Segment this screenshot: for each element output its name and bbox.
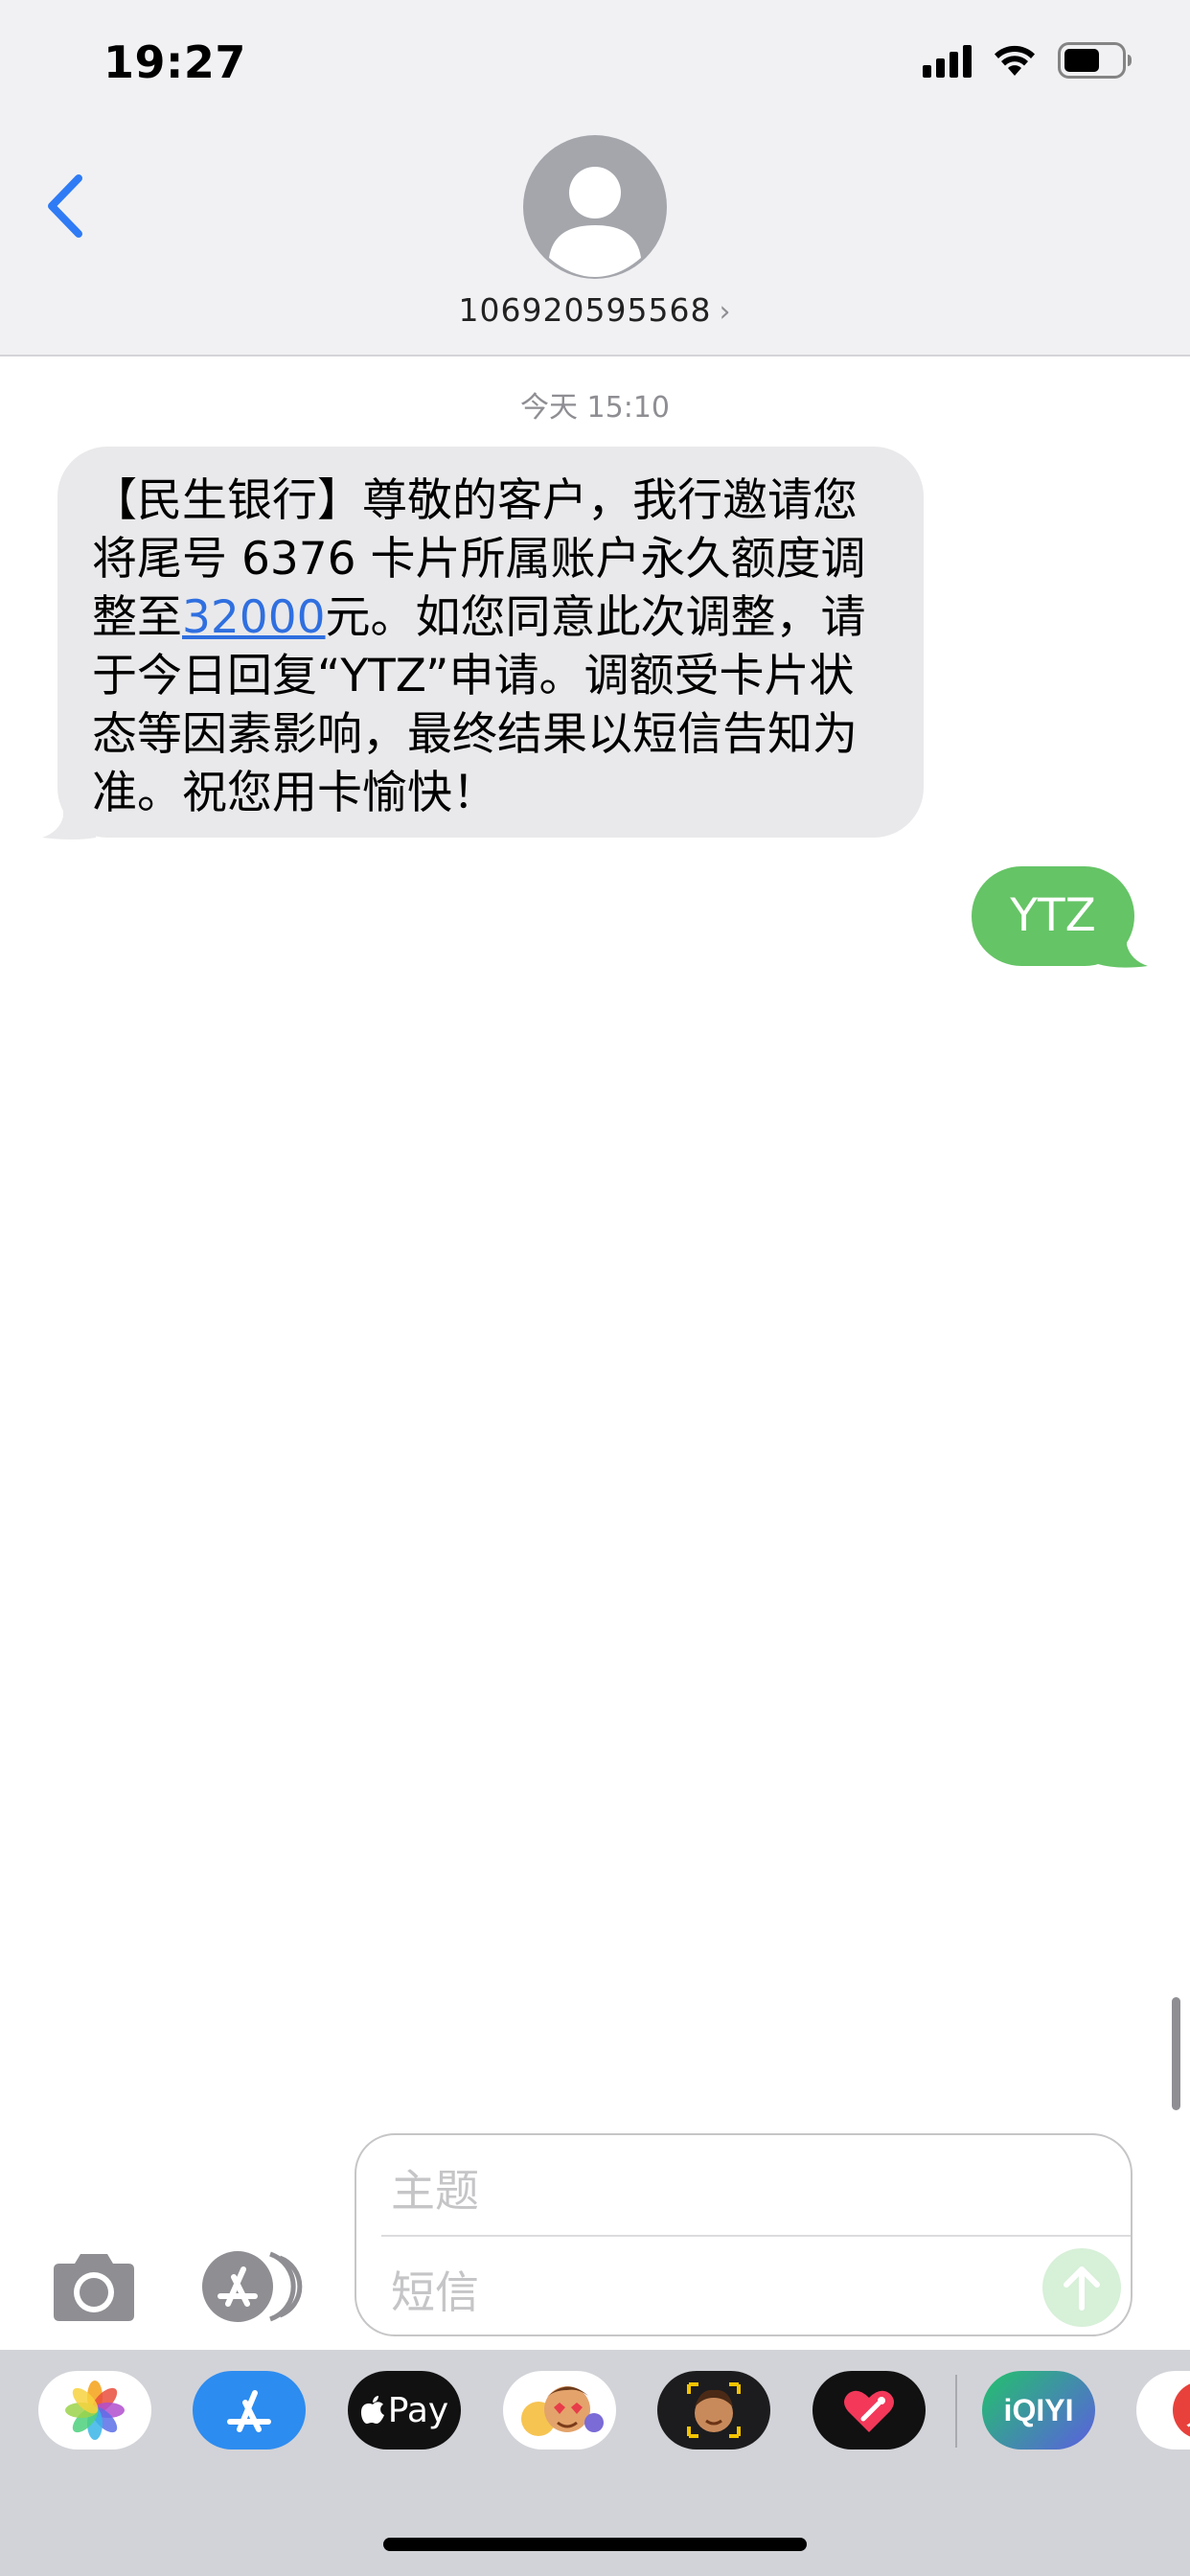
person-silhouette-icon[interactable] xyxy=(523,135,667,279)
back-chevron-icon[interactable] xyxy=(42,171,90,242)
apple-pay-icon[interactable]: Pay xyxy=(348,2371,461,2450)
digital-touch-icon[interactable] xyxy=(812,2371,926,2450)
iqiyi-label: iQIYI xyxy=(1003,2392,1074,2427)
partial-app-icon[interactable]: 人 xyxy=(1136,2371,1190,2450)
contact-number: 106920595568 xyxy=(458,291,712,329)
wifi-icon xyxy=(993,43,1037,78)
chevron-right-icon: › xyxy=(719,295,732,329)
apple-pay-label: Pay xyxy=(387,2390,449,2430)
home-indicator[interactable] xyxy=(383,2538,807,2551)
photos-icon[interactable] xyxy=(38,2371,151,2450)
memoji-stickers-icon[interactable] xyxy=(503,2371,616,2450)
status-icons xyxy=(923,42,1133,79)
app-drawer: Pay iQIYI xyxy=(0,2350,1190,2576)
contact-name-button[interactable]: 106920595568 › xyxy=(0,291,1190,329)
app-store-icon[interactable] xyxy=(193,2371,306,2450)
send-arrow-icon[interactable] xyxy=(1042,2248,1121,2327)
apple-logo-icon xyxy=(360,2396,384,2424)
amount-link[interactable]: 32000 xyxy=(182,591,326,644)
compose-field[interactable]: 主题 短信 xyxy=(355,2133,1133,2336)
outgoing-message-bubble[interactable]: YTZ xyxy=(972,866,1134,966)
incoming-message-bubble[interactable]: 【民生银行】尊敬的客户，我行邀请您将尾号 6376 卡片所属账户永久额度调整至3… xyxy=(57,447,924,838)
memoji-icon[interactable] xyxy=(657,2371,770,2450)
iqiyi-icon[interactable]: iQIYI xyxy=(982,2371,1095,2450)
partial-app-label: 人 xyxy=(1173,2381,1190,2439)
message-input[interactable]: 短信 xyxy=(391,2258,479,2321)
app-store-icon[interactable] xyxy=(199,2248,307,2325)
message-timestamp: 今天 15:10 xyxy=(520,391,670,425)
signal-bars-icon xyxy=(923,43,972,78)
scroll-indicator[interactable] xyxy=(1172,1997,1180,2110)
battery-icon xyxy=(1058,42,1133,79)
status-time: 19:27 xyxy=(103,36,246,88)
conversation-header: 19:27 106920595568 › xyxy=(0,0,1190,356)
compose-divider xyxy=(381,2235,1131,2237)
subject-input[interactable]: 主题 xyxy=(391,2156,479,2220)
camera-icon[interactable] xyxy=(48,2252,140,2323)
drawer-separator xyxy=(955,2375,957,2448)
